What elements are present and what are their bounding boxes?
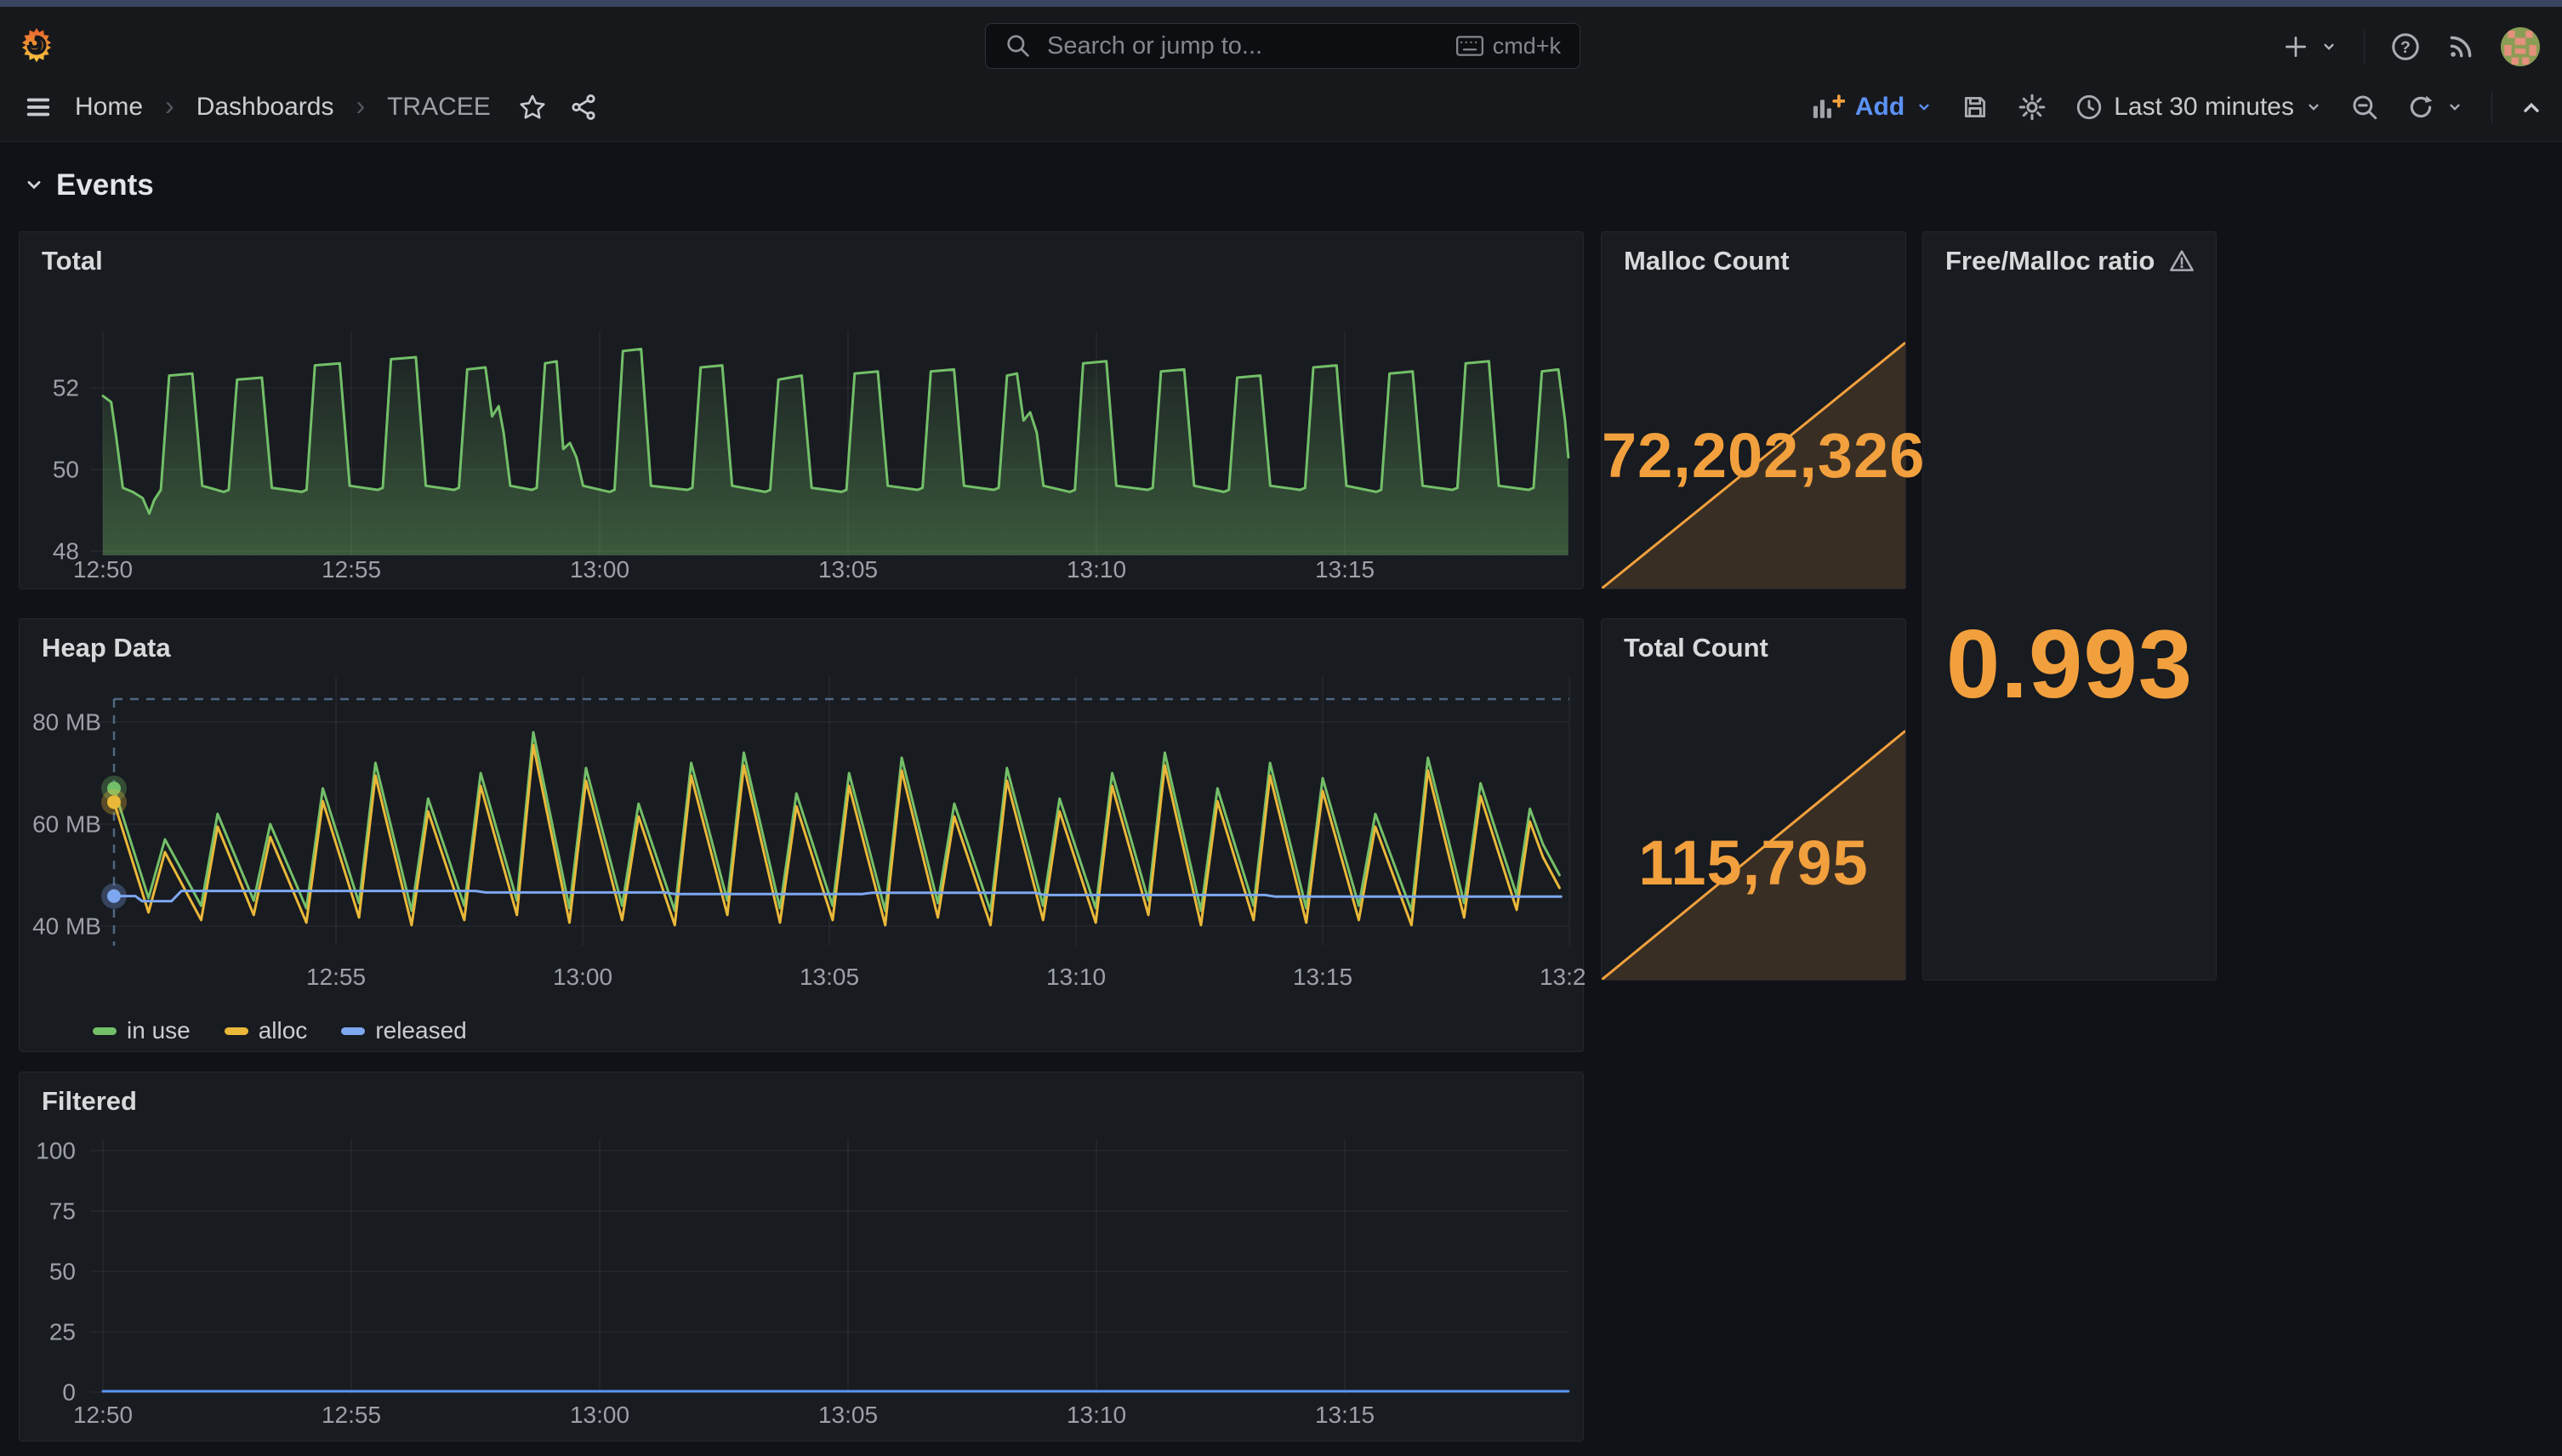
add-button[interactable]: Add <box>1811 93 1933 122</box>
warning-icon[interactable] <box>2168 247 2195 275</box>
svg-text:52: 52 <box>53 375 79 401</box>
svg-text:100: 100 <box>36 1138 76 1164</box>
section-title: Events <box>56 168 154 202</box>
dashboard-toolbar: Add Last 30 minutes <box>1811 73 2543 141</box>
menu-toggle-button[interactable] <box>24 93 53 122</box>
search-icon <box>1005 32 1032 60</box>
svg-text:13:10: 13:10 <box>1067 1402 1126 1428</box>
svg-text:?: ? <box>2400 38 2411 57</box>
svg-text:13:10: 13:10 <box>1046 964 1106 990</box>
svg-text:12:55: 12:55 <box>322 556 381 583</box>
breadcrumb-home[interactable]: Home <box>75 93 143 122</box>
svg-text:12:50: 12:50 <box>73 1402 133 1428</box>
legend-swatch <box>224 1027 248 1035</box>
panel-title[interactable]: Free/Malloc ratio <box>1945 246 2195 276</box>
svg-text:13:15: 13:15 <box>1293 964 1352 990</box>
panel-heap-data: Heap Data 80 MB 60 MB 40 MB 12:55 13:00 13:05… <box>19 618 1585 1053</box>
help-button[interactable]: ? <box>2390 31 2421 62</box>
chevron-down-icon <box>2450 104 2460 111</box>
svg-text:12:55: 12:55 <box>322 1402 381 1428</box>
svg-text:50: 50 <box>53 457 79 483</box>
divider <box>2364 31 2365 63</box>
svg-text:13:00: 13:00 <box>570 1402 629 1428</box>
svg-text:13:15: 13:15 <box>1315 1402 1375 1428</box>
panel-total-count: Total Count 115,795 <box>1601 618 1906 981</box>
global-search[interactable]: cmd+k <box>985 23 1580 69</box>
keyboard-icon <box>1455 35 1484 57</box>
legend-swatch <box>93 1027 117 1035</box>
zoom-out-button[interactable] <box>2350 93 2379 122</box>
search-input[interactable] <box>1045 31 1442 61</box>
chart-legend: in use alloc released <box>93 1017 467 1044</box>
legend-item-alloc[interactable]: alloc <box>224 1017 307 1044</box>
svg-text:40 MB: 40 MB <box>32 913 101 940</box>
add-panel-icon <box>1811 94 1845 121</box>
app-navbar: cmd+k ? <box>0 7 2562 74</box>
section-row-events[interactable]: Events <box>24 168 154 202</box>
total-count-sparkline <box>1602 730 1905 980</box>
breadcrumb-current: TRACEE <box>387 93 491 121</box>
refresh-icon <box>2410 95 2433 118</box>
svg-text:50: 50 <box>49 1259 76 1285</box>
grafana-logo-icon[interactable] <box>17 26 56 65</box>
svg-text:25: 25 <box>49 1319 76 1345</box>
breadcrumb-separator: › <box>165 89 174 121</box>
breadcrumb-separator: › <box>356 89 366 121</box>
svg-text:13:05: 13:05 <box>818 556 878 583</box>
profile-avatar[interactable] <box>2501 27 2540 66</box>
collapse-toolbar-button[interactable] <box>2519 95 2543 119</box>
svg-text:13:20: 13:20 <box>1540 964 1585 990</box>
svg-text:13:00: 13:00 <box>570 556 629 583</box>
heap-data-chart[interactable]: 80 MB 60 MB 40 MB 12:55 13:00 13:05 13:10 13:15… <box>20 619 1585 1053</box>
legend-item-in-use[interactable]: in use <box>93 1017 191 1044</box>
add-button-label: Add <box>1854 93 1905 121</box>
news-rss-button[interactable] <box>2446 32 2475 61</box>
refresh-button[interactable] <box>2406 93 2464 122</box>
shortcut-label: cmd+k <box>1492 32 1561 59</box>
navbar-actions: ? <box>2282 14 2540 80</box>
clock-icon <box>2075 93 2104 122</box>
breadcrumb-dashboards[interactable]: Dashboards <box>196 93 334 122</box>
svg-text:75: 75 <box>49 1198 76 1225</box>
chevron-down-icon <box>2320 37 2338 56</box>
time-range-label: Last 30 minutes <box>2114 93 2294 121</box>
total-chart[interactable]: 48505212:50 12:55 13:00 13:05 13:10 13:15 <box>20 232 1585 590</box>
shortcut-hint: cmd+k <box>1455 33 1561 60</box>
chevron-down-icon <box>27 180 41 190</box>
save-dashboard-button[interactable] <box>1961 93 1990 122</box>
chevron-down-icon <box>2309 104 2319 111</box>
svg-text:13:05: 13:05 <box>800 964 859 990</box>
favorite-star-button[interactable] <box>518 93 547 122</box>
svg-text:13:10: 13:10 <box>1067 556 1126 583</box>
legend-swatch <box>341 1027 366 1035</box>
dashboard-settings-button[interactable] <box>2017 92 2047 122</box>
panel-total: Total 48 50 52 12:50 12:55 13:00 13:05 13:10 13:… <box>19 231 1584 589</box>
chevron-down-icon <box>1919 104 1929 111</box>
svg-text:80 MB: 80 MB <box>32 709 101 736</box>
grafana-dashboard: cmd+k ? <box>0 0 2562 1456</box>
panel-free-malloc-ratio: Free/Malloc ratio 0.993 <box>1922 231 2217 981</box>
total-count-value: 115,795 <box>1638 828 1869 898</box>
svg-text:13:15: 13:15 <box>1315 556 1375 583</box>
legend-item-released[interactable]: released <box>341 1017 467 1044</box>
window-top-strip <box>0 0 2562 7</box>
malloc-sparkline <box>1602 341 1905 589</box>
time-range-button[interactable]: Last 30 minutes <box>2075 93 2323 122</box>
malloc-count-value: 72,202,326 <box>1602 420 1926 491</box>
svg-text:12:50: 12:50 <box>73 556 133 583</box>
new-menu-button[interactable] <box>2282 33 2338 60</box>
svg-text:60 MB: 60 MB <box>32 811 101 838</box>
svg-text:12:55: 12:55 <box>306 964 366 990</box>
panel-malloc-count: Malloc Count 72,202,326 <box>1601 231 1926 589</box>
breadcrumb: Home › Dashboards › TRACEE <box>24 73 598 141</box>
plus-icon <box>2282 33 2309 60</box>
divider <box>2491 91 2492 123</box>
panel-filtered: Filtered 100 75 50 25 0 12:50 12:55 13:00 13:05 1… <box>19 1072 1584 1442</box>
free-malloc-ratio-value: 0.993 <box>1945 611 2194 719</box>
filtered-chart[interactable]: 100755025012:50 12:55 13:00 13:05 13:10 13:15 <box>20 1072 1585 1442</box>
share-button[interactable] <box>569 93 598 122</box>
svg-text:13:00: 13:00 <box>553 964 612 990</box>
svg-text:13:05: 13:05 <box>818 1402 878 1428</box>
